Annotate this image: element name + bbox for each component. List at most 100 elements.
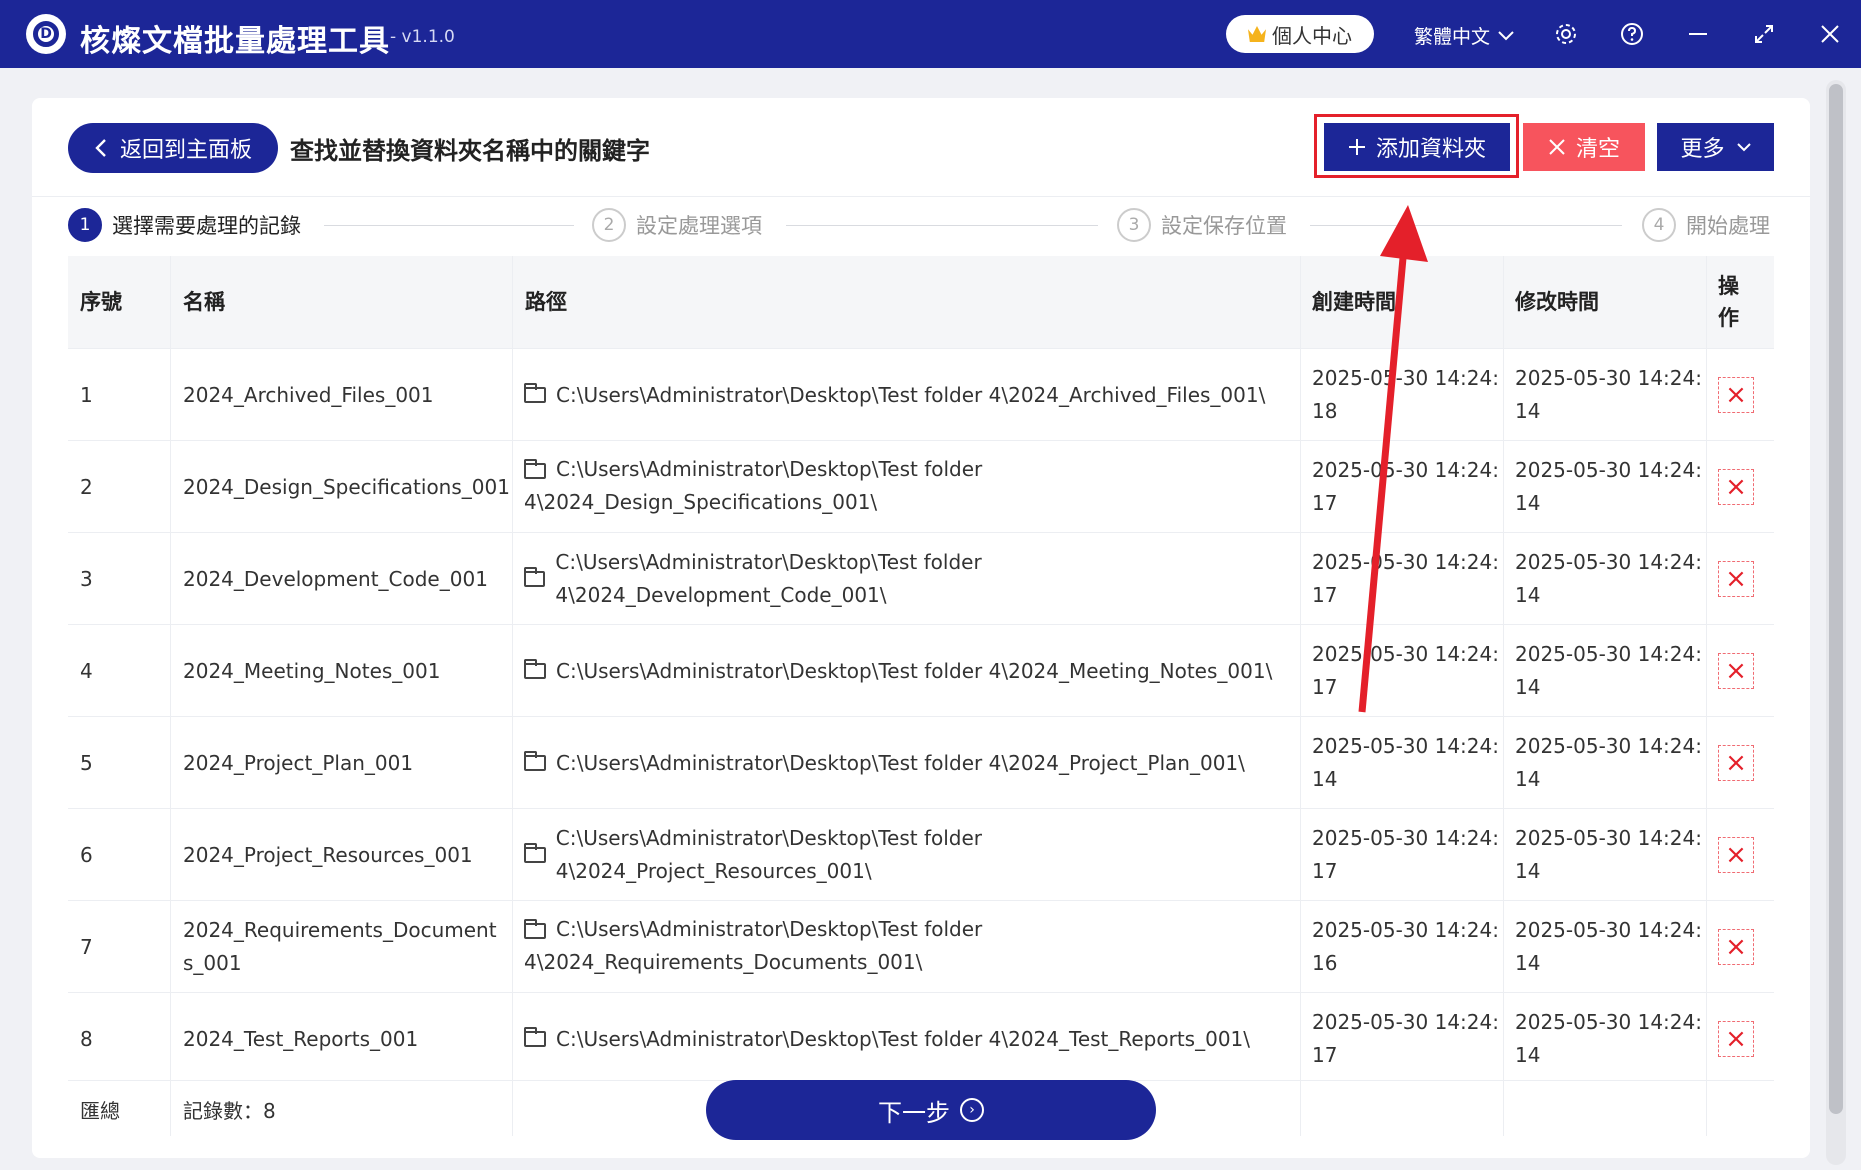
plus-icon — [1348, 139, 1365, 155]
row-path: C:\Users\Administrator\Desktop\Test fold… — [524, 901, 984, 993]
clear-button[interactable]: 清空 — [1523, 123, 1645, 171]
language-selector[interactable]: 繁體中文 — [1414, 22, 1514, 49]
table-row[interactable]: 2 2024_Design_Specifications_001 C:\User… — [68, 440, 1774, 532]
header-index: 序號 — [80, 289, 122, 314]
delete-row-button[interactable]: × — [1718, 377, 1754, 413]
row-name: 2024_Requirements_Documents_001 — [183, 918, 497, 975]
header-created: 創建時間 — [1312, 289, 1396, 314]
next-step-button[interactable]: 下一步 › — [706, 1080, 1156, 1140]
next-label: 下一步 — [878, 1098, 950, 1127]
table-row[interactable]: 6 2024_Project_Resources_001 C:\Users\Ad… — [68, 808, 1774, 900]
delete-row-button[interactable]: × — [1718, 837, 1754, 873]
maximize-icon[interactable] — [1750, 20, 1778, 48]
created-line1: 2025-05-30 14:24: — [1312, 826, 1499, 850]
created-line2: 17 — [1312, 583, 1338, 607]
step-4: 4 開始處理 — [1642, 208, 1770, 242]
add-folder-button[interactable]: 添加資料夾 — [1324, 123, 1510, 171]
language-label: 繁體中文 — [1414, 26, 1491, 48]
row-index: 8 — [80, 1026, 93, 1051]
modified-line1: 2025-05-30 14:24: — [1515, 1010, 1702, 1034]
row-index: 2 — [80, 474, 93, 499]
table-header: 序號 名稱 路徑 創建時間 修改時間 操 作 — [68, 256, 1774, 348]
table-row[interactable]: 5 2024_Project_Plan_001 C:\Users\Adminis… — [68, 716, 1774, 808]
step-label: 選擇需要處理的記錄 — [112, 214, 301, 238]
modified-line2: 14 — [1515, 859, 1541, 883]
close-icon[interactable] — [1816, 20, 1844, 48]
modified-line1: 2025-05-30 14:24: — [1515, 366, 1702, 390]
back-to-main-button[interactable]: 返回到主面板 — [68, 123, 278, 173]
row-index: 3 — [80, 566, 93, 591]
modified-line1: 2025-05-30 14:24: — [1515, 550, 1702, 574]
row-index: 4 — [80, 658, 93, 683]
step-connector — [786, 225, 1098, 226]
chevron-down-icon — [1736, 142, 1751, 151]
delete-row-button[interactable]: × — [1718, 653, 1754, 689]
delete-row-button[interactable]: × — [1718, 1021, 1754, 1057]
table-row[interactable]: 8 2024_Test_Reports_001 C:\Users\Adminis… — [68, 992, 1774, 1084]
table-row[interactable]: 4 2024_Meeting_Notes_001 C:\Users\Admini… — [68, 624, 1774, 716]
chevron-right-circle-icon: › — [960, 1098, 984, 1122]
folder-icon — [524, 458, 546, 479]
row-path-text: C:\Users\Administrator\Desktop\Test fold… — [555, 550, 982, 607]
step-1: 1 選擇需要處理的記錄 — [68, 208, 301, 242]
row-path: C:\Users\Administrator\Desktop\Test fold… — [524, 717, 1294, 809]
record-count: 記錄數：8 — [183, 1098, 276, 1123]
folder-icon — [524, 751, 546, 771]
row-modified: 2025-05-30 14:24: 14 — [1515, 809, 1702, 901]
folder-icon — [524, 383, 546, 403]
app-title: 核燦文檔批量處理工具 — [80, 24, 390, 59]
step-number: 2 — [592, 208, 626, 242]
row-path: C:\Users\Administrator\Desktop\Test fold… — [524, 809, 1294, 901]
step-label: 開始處理 — [1686, 214, 1770, 238]
clear-label: 清空 — [1575, 137, 1620, 162]
chevron-down-icon — [1498, 30, 1514, 40]
step-2: 2 設定處理選項 — [592, 208, 762, 242]
table-row[interactable]: 1 2024_Archived_Files_001 C:\Users\Admin… — [68, 348, 1774, 440]
header-action-line2: 作 — [1718, 306, 1739, 330]
table-row[interactable]: 3 2024_Development_Code_001 C:\Users\Adm… — [68, 532, 1774, 624]
modified-line2: 14 — [1515, 1043, 1541, 1067]
row-path-text: C:\Users\Administrator\Desktop\Test fold… — [556, 382, 1266, 407]
step-label: 設定保存位置 — [1161, 214, 1287, 238]
created-line1: 2025-05-30 14:24: — [1312, 366, 1499, 390]
modified-line1: 2025-05-30 14:24: — [1515, 642, 1702, 666]
folder-icon — [524, 918, 546, 939]
delete-row-button[interactable]: × — [1718, 929, 1754, 965]
row-name: 2024_Design_Specifications_001 — [183, 474, 510, 499]
delete-row-button[interactable]: × — [1718, 561, 1754, 597]
delete-row-button[interactable]: × — [1718, 745, 1754, 781]
x-icon — [1549, 139, 1565, 155]
minimize-icon[interactable] — [1684, 20, 1712, 48]
header-action-line1: 操 — [1718, 274, 1739, 298]
header-name: 名稱 — [183, 289, 225, 314]
scrollbar-thumb[interactable] — [1829, 84, 1843, 1114]
table-row[interactable]: 7 2024_Requirements_Documents_001 C:\Use… — [68, 900, 1774, 992]
row-created: 2025-05-30 14:24: 17 — [1312, 625, 1499, 717]
row-modified: 2025-05-30 14:24: 14 — [1515, 533, 1702, 625]
user-center-button[interactable]: 個人中心 — [1226, 15, 1374, 53]
help-icon[interactable] — [1618, 20, 1646, 48]
modified-line2: 14 — [1515, 583, 1541, 607]
crown-icon — [1248, 26, 1266, 42]
step-number: 1 — [68, 208, 102, 242]
row-path-text: C:\Users\Administrator\Desktop\Test fold… — [556, 750, 1245, 775]
modified-line2: 14 — [1515, 767, 1541, 791]
row-created: 2025-05-30 14:24: 17 — [1312, 441, 1499, 533]
row-path: C:\Users\Administrator\Desktop\Test fold… — [524, 625, 1294, 717]
gear-icon[interactable] — [1552, 20, 1580, 48]
modified-line1: 2025-05-30 14:24: — [1515, 918, 1702, 942]
page-title: 查找並替換資料夾名稱中的關鍵字 — [290, 137, 650, 165]
more-label: 更多 — [1680, 137, 1725, 162]
created-line2: 17 — [1312, 491, 1338, 515]
more-button[interactable]: 更多 — [1657, 123, 1774, 171]
delete-row-button[interactable]: × — [1718, 469, 1754, 505]
header-divider — [32, 196, 1810, 197]
row-path-text: C:\Users\Administrator\Desktop\Test fold… — [524, 457, 983, 514]
created-line1: 2025-05-30 14:24: — [1312, 918, 1499, 942]
summary-label: 匯總 — [80, 1098, 120, 1123]
step-label: 設定處理選項 — [636, 214, 762, 238]
row-index: 5 — [80, 750, 93, 775]
row-path: C:\Users\Administrator\Desktop\Test fold… — [524, 993, 1294, 1085]
title-bar: D 核燦文檔批量處理工具 - v1.1.0 個人中心 繁體中文 — [0, 0, 1861, 68]
created-line1: 2025-05-30 14:24: — [1312, 642, 1499, 666]
